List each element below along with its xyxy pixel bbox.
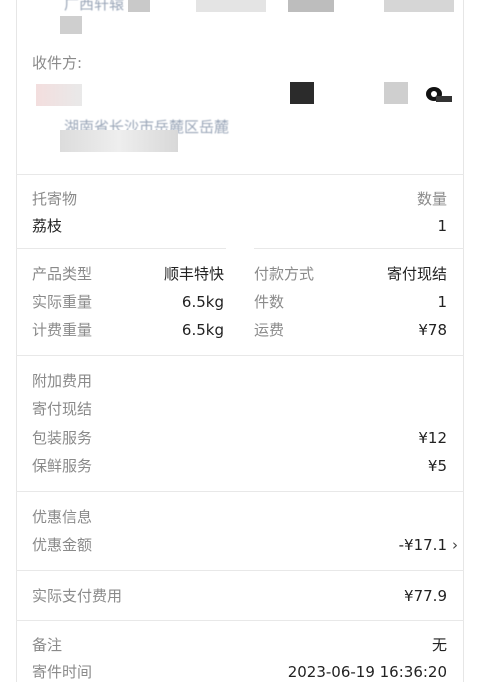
remark-label: 备注 <box>32 636 63 654</box>
packaging-service-label: 包装服务 <box>32 429 93 447</box>
extra-fees-title: 附加费用 <box>32 372 93 390</box>
discount-amount-label: 优惠金额 <box>32 536 93 554</box>
redaction-block <box>128 0 150 12</box>
redaction-block <box>384 0 454 12</box>
divider <box>16 570 464 571</box>
sender-address-fragment: 广西轩辕 <box>64 0 125 13</box>
goods-item-quantity: 1 <box>437 217 447 235</box>
divider <box>16 491 464 492</box>
goods-header-label: 托寄物 <box>32 190 78 208</box>
packaging-service-value: ¥12 <box>418 429 447 447</box>
fresh-service-value: ¥5 <box>427 457 447 475</box>
product-type-label: 产品类型 <box>32 265 93 283</box>
actual-payment-value: ¥77.9 <box>404 587 447 605</box>
recipient-label: 收件方: <box>32 54 83 72</box>
send-time-label: 寄件时间 <box>32 663 93 681</box>
billing-weight-value: 6.5kg <box>181 321 224 339</box>
redaction-block <box>384 82 408 104</box>
payment-method-label: 付款方式 <box>254 265 315 283</box>
send-time-value: 2023-06-19 16:36:20 <box>287 663 447 681</box>
discount-amount-row[interactable]: -¥17.1 › <box>399 535 458 555</box>
redaction-block <box>196 0 266 12</box>
product-type-value: 顺丰特快 <box>163 265 224 283</box>
discount-amount-value: -¥17.1 <box>398 536 447 554</box>
fresh-service-label: 保鲜服务 <box>32 457 93 475</box>
redaction-block <box>288 0 334 12</box>
piece-count-value: 1 <box>437 293 447 311</box>
redaction-block <box>60 130 178 152</box>
discount-title: 优惠信息 <box>32 508 93 526</box>
eye-icon[interactable] <box>424 84 452 104</box>
billing-weight-label: 计费重量 <box>32 321 93 339</box>
divider <box>16 620 464 621</box>
actual-weight-label: 实际重量 <box>32 293 93 311</box>
freight-label: 运费 <box>254 321 285 339</box>
freight-value: ¥78 <box>418 321 447 339</box>
piece-count-label: 件数 <box>254 293 285 311</box>
divider <box>16 248 226 249</box>
goods-item-name: 荔枝 <box>32 217 63 235</box>
goods-quantity-header: 数量 <box>416 190 447 208</box>
redaction-block <box>290 82 314 104</box>
actual-payment-label: 实际支付费用 <box>32 587 123 605</box>
divider <box>254 248 464 249</box>
actual-weight-value: 6.5kg <box>181 293 224 311</box>
remark-value: 无 <box>431 636 447 654</box>
redaction-block <box>36 84 82 106</box>
chevron-right-icon: › <box>452 536 458 554</box>
payment-method-value: 寄付现结 <box>386 265 447 283</box>
divider <box>16 355 464 356</box>
redaction-block <box>60 16 82 34</box>
extra-fees-payment-note: 寄付现结 <box>32 400 93 418</box>
divider <box>16 174 464 175</box>
